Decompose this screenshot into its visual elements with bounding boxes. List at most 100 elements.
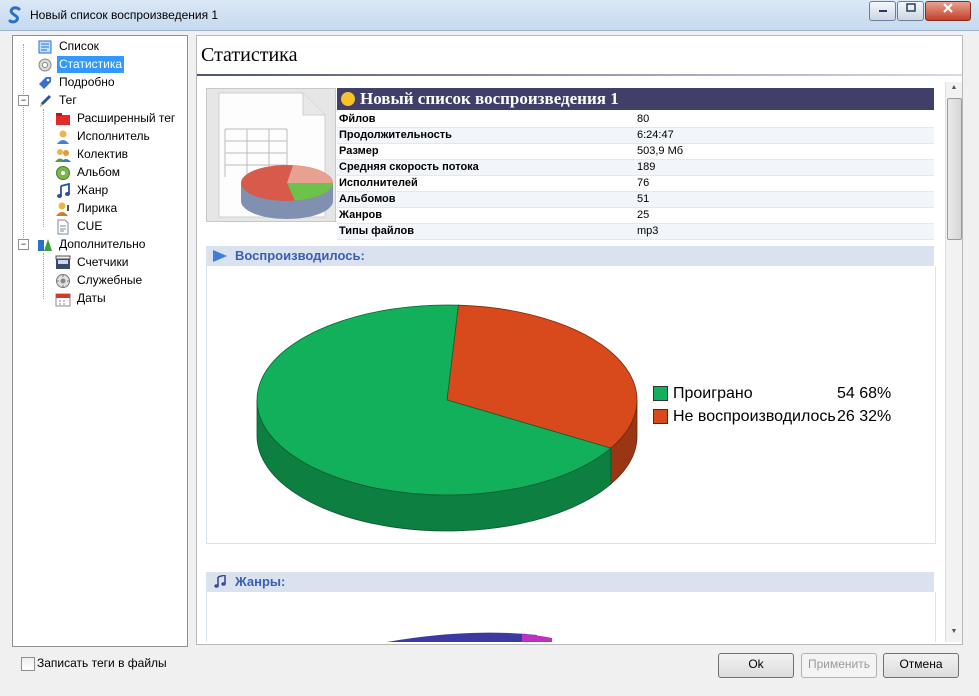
extra-icon <box>38 239 52 251</box>
legend-label: Проиграно <box>673 385 753 402</box>
close-icon <box>943 3 953 13</box>
legend-label: Не воспроизводилось <box>673 408 836 425</box>
nav-item-label: Подробно <box>59 75 115 89</box>
nav-item-label: Расширенный тег <box>77 111 176 125</box>
stat-value: 80 <box>635 112 934 128</box>
section-label: Воспроизводилось: <box>235 248 365 263</box>
play-icon <box>213 250 227 262</box>
legend-value: 54 68% <box>837 385 892 402</box>
genres-pie-chart-partial <box>387 632 552 642</box>
nav-item-label: Даты <box>77 291 106 305</box>
section-label: Жанры: <box>235 574 286 589</box>
cancel-button[interactable]: Отмена <box>883 653 959 678</box>
nav-item-label: Жанр <box>77 183 109 197</box>
minimize-button[interactable] <box>869 1 896 21</box>
music-note-icon <box>57 183 70 198</box>
nav-item-label: Список <box>59 39 99 53</box>
singer-icon <box>56 202 69 216</box>
nav-item-label: Колектив <box>77 147 129 161</box>
legend-item: Проиграно 54 68% <box>653 385 903 403</box>
table-row: Альбомов 51 <box>337 191 934 208</box>
genres-section-header: Жанры: <box>206 572 934 592</box>
table-row: Жанров 25 <box>337 207 934 224</box>
nav-item-label: CUE <box>77 219 103 233</box>
legend-value: 26 32% <box>837 408 892 425</box>
stat-key: Жанров <box>337 207 635 224</box>
played-pie-chart <box>256 304 638 532</box>
playlist-info-title: Новый список воспроизведения 1 <box>337 88 934 110</box>
table-row: Исполнителей 76 <box>337 175 934 192</box>
maximize-button[interactable] <box>897 1 924 21</box>
genres-chart-frame <box>206 592 936 642</box>
stat-key: Исполнителей <box>337 175 635 192</box>
table-row: Фйлов 80 <box>337 112 934 128</box>
person-icon <box>57 130 69 144</box>
statistics-thumbnail <box>206 88 336 222</box>
scroll-up-icon[interactable]: ▲ <box>949 84 959 94</box>
stat-value: 503,9 Мб <box>635 143 934 160</box>
gear-icon <box>38 58 52 72</box>
page-title: Статистика <box>201 44 298 66</box>
nav-item-label: Статистика <box>57 56 125 73</box>
nav-tree: Список Статистика Подробно − Тег Расшире… <box>12 35 188 647</box>
apply-button[interactable]: Применить <box>801 653 877 678</box>
table-row: Размер 503,9 Мб <box>337 143 934 160</box>
stat-value: 25 <box>635 207 934 224</box>
tag-detail-icon <box>39 77 51 89</box>
nav-item-label: Счетчики <box>77 255 129 269</box>
collapse-extra-toggle[interactable]: − <box>18 239 29 250</box>
info-bubble-icon <box>341 92 355 106</box>
stat-key: Фйлов <box>337 112 635 128</box>
stat-key: Размер <box>337 143 635 160</box>
table-row: Средняя скорость потока 189 <box>337 159 934 176</box>
legend-swatch <box>653 386 668 401</box>
playlist-name: Новый список воспроизведения 1 <box>360 89 619 108</box>
nav-item-label: Служебные <box>77 273 143 287</box>
legend-item: Не воспроизводилось 26 32% <box>653 408 903 426</box>
stat-value: 6:24:47 <box>635 127 934 144</box>
stat-value: mp3 <box>635 223 934 240</box>
stat-key: Типы файлов <box>337 223 635 240</box>
stat-key: Средняя скорость потока <box>337 159 635 176</box>
group-icon <box>55 149 71 162</box>
minimize-icon <box>878 10 887 12</box>
nav-item-label: Лирика <box>77 201 118 215</box>
stat-value: 51 <box>635 191 934 208</box>
spreadsheet-pie-icon <box>218 92 333 219</box>
counter-icon <box>55 255 71 269</box>
collapse-tag-toggle[interactable]: − <box>18 95 29 106</box>
stat-key: Продолжительность <box>337 127 635 144</box>
cue-file-icon <box>57 219 69 235</box>
played-section-header: Воспроизводилось: <box>206 246 934 266</box>
calendar-icon <box>55 293 71 307</box>
nav-item-label: Альбом <box>77 165 121 179</box>
stat-value: 76 <box>635 175 934 192</box>
disc-icon <box>56 166 70 180</box>
legend-swatch <box>653 409 668 424</box>
folder-icon <box>56 113 70 125</box>
ok-button[interactable]: Ok <box>718 653 794 678</box>
nav-item-label: Исполнитель <box>77 129 150 143</box>
nav-item-label: Дополнительно <box>59 237 146 251</box>
title-bar: Новый список воспроизведения 1 <box>0 0 979 31</box>
write-tags-label[interactable]: Записать теги в файлы <box>37 656 167 670</box>
window-title: Новый список воспроизведения 1 <box>30 8 219 22</box>
maximize-icon <box>905 3 916 12</box>
nav-item-label: Тег <box>59 93 77 107</box>
pen-icon <box>40 95 51 107</box>
title-divider <box>197 74 962 76</box>
table-row: Продолжительность 6:24:47 <box>337 127 934 144</box>
table-row: Типы файлов mp3 <box>337 223 934 240</box>
stat-value: 189 <box>635 159 934 176</box>
music-note-icon <box>214 575 226 588</box>
content-scrollbar[interactable]: ▲ ▼ <box>945 82 962 642</box>
write-tags-checkbox[interactable] <box>21 657 35 671</box>
app-icon <box>8 6 21 24</box>
playlist-icon <box>38 40 52 54</box>
scroll-thumb[interactable] <box>947 98 962 240</box>
playlist-stats-table: Фйлов 80 Продолжительность 6:24:47 Размер 5… <box>337 112 934 240</box>
scroll-down-icon[interactable]: ▼ <box>949 628 959 638</box>
stat-key: Альбомов <box>337 191 635 208</box>
close-button[interactable] <box>925 1 971 21</box>
settings-icon <box>56 274 70 288</box>
